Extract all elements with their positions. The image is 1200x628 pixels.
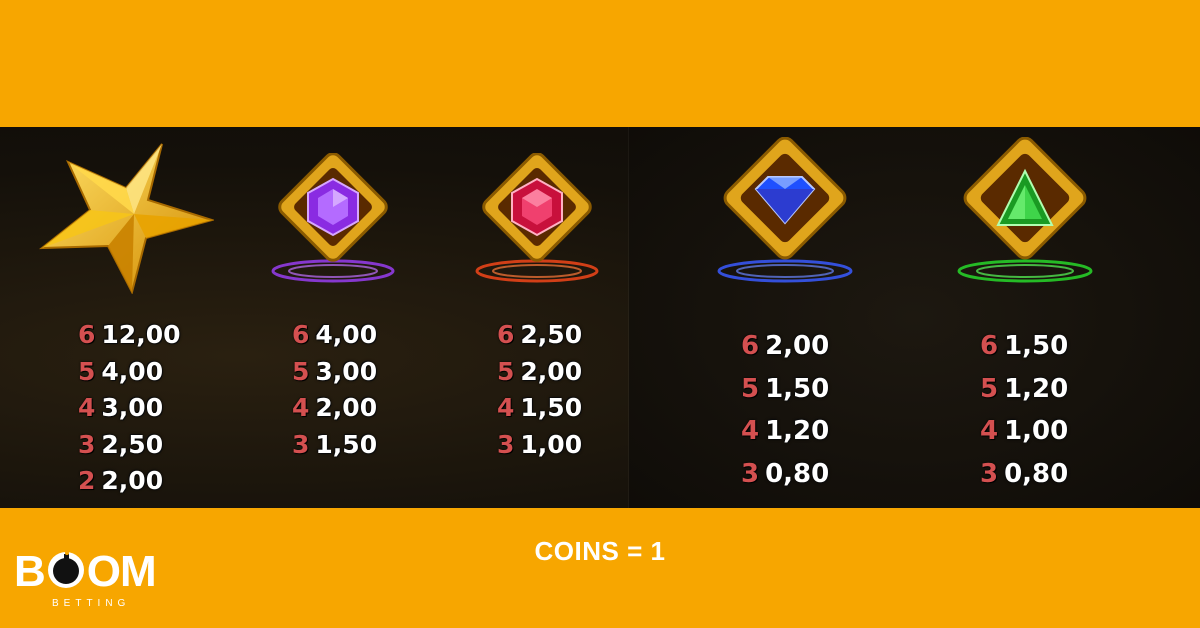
pay-row: 3 2,50	[78, 430, 180, 467]
pay-value: 1,20	[765, 416, 830, 446]
top-banner	[0, 0, 1200, 127]
blue-diamond-icon	[717, 137, 853, 283]
pay-value: 1,50	[315, 429, 378, 459]
pay-count: 2	[78, 466, 96, 495]
pay-count: 5	[78, 356, 96, 386]
pay-count: 6	[78, 320, 96, 349]
pay-list-red: 6 2,50 5 2,00 4 1,50 3 1,00	[497, 320, 582, 466]
red-gem-icon	[475, 153, 599, 283]
pay-row: 6 2,00	[741, 331, 829, 374]
pay-row: 5 4,00	[78, 357, 180, 394]
pay-count: 4	[497, 393, 515, 422]
pay-row: 2 2,00	[78, 466, 180, 503]
pay-row: 3 0,80	[741, 459, 829, 502]
pay-value: 1,50	[520, 393, 583, 422]
bottom-banner	[0, 508, 1200, 628]
pay-row: 4 1,20	[741, 416, 829, 459]
pay-count: 5	[292, 356, 310, 386]
pay-value: 3,00	[315, 356, 378, 386]
pay-value: 3,00	[101, 393, 164, 422]
pay-count: 3	[497, 429, 515, 459]
pay-value: 2,50	[101, 429, 164, 459]
pay-row: 3 1,00	[497, 430, 582, 467]
pay-value: 0,80	[1004, 458, 1069, 489]
paytable-panel: 6 12,00 5 4,00 4 3,00 3 2,50 2 2,00 6 4,00 5 3,…	[0, 127, 1200, 508]
purple-gem-icon	[271, 153, 395, 283]
pay-value: 1,00	[1004, 416, 1069, 446]
pay-count: 4	[980, 416, 999, 446]
pay-value: 2,50	[520, 320, 583, 349]
pay-count: 3	[980, 458, 999, 489]
pay-row: 5 3,00	[292, 357, 377, 394]
pay-row: 5 2,00	[497, 357, 582, 394]
pay-list-purple: 6 4,00 5 3,00 4 2,00 3 1,50	[292, 320, 377, 466]
pay-row: 6 1,50	[980, 331, 1068, 374]
pay-row: 3 1,50	[292, 430, 377, 467]
green-gem-icon	[957, 137, 1093, 283]
pay-value: 2,00	[101, 466, 164, 495]
pay-row: 5 1,50	[741, 374, 829, 417]
pay-list-star: 6 12,00 5 4,00 4 3,00 3 2,50 2 2,00	[78, 320, 180, 503]
pay-count: 3	[292, 429, 310, 459]
pay-value: 1,00	[520, 429, 583, 459]
pay-count: 6	[741, 331, 760, 361]
pay-row: 4 1,00	[980, 416, 1068, 459]
pay-value: 12,00	[101, 320, 181, 349]
pay-row: 4 3,00	[78, 393, 180, 430]
pay-value: 1,50	[765, 373, 830, 404]
pay-row: 5 1,20	[980, 374, 1068, 417]
pay-count: 6	[497, 320, 515, 349]
pay-value: 2,00	[765, 331, 830, 361]
pay-row: 6 12,00	[78, 320, 180, 357]
pay-count: 5	[497, 356, 515, 386]
pay-count: 6	[980, 331, 999, 361]
pay-value: 4,00	[101, 356, 164, 386]
pay-count: 4	[78, 393, 96, 422]
logo-subtext: BETTING	[52, 598, 131, 609]
pay-value: 4,00	[315, 320, 378, 349]
pay-count: 5	[741, 373, 760, 404]
pay-value: 0,80	[765, 458, 830, 489]
bomb-icon	[45, 548, 87, 588]
gold-star-icon	[39, 143, 214, 294]
boom-betting-logo: B OM BETTING	[14, 548, 174, 618]
pay-value: 1,20	[1004, 373, 1069, 404]
pay-row: 6 4,00	[292, 320, 377, 357]
pay-row: 4 1,50	[497, 393, 582, 430]
pay-count: 4	[741, 416, 760, 446]
logo-text: B OM	[14, 547, 157, 596]
pay-list-blue: 6 2,00 5 1,50 4 1,20 3 0,80	[741, 331, 829, 501]
pay-count: 4	[292, 393, 310, 422]
pay-count: 6	[292, 320, 310, 349]
pay-value: 2,00	[315, 393, 378, 422]
pay-value: 2,00	[520, 356, 583, 386]
panel-divider	[628, 127, 629, 508]
pay-count: 5	[980, 373, 999, 404]
pay-value: 1,50	[1004, 331, 1069, 361]
pay-row: 4 2,00	[292, 393, 377, 430]
pay-list-green: 6 1,50 5 1,20 4 1,00 3 0,80	[980, 331, 1068, 501]
pay-count: 3	[741, 458, 760, 489]
pay-row: 3 0,80	[980, 459, 1068, 502]
pay-row: 6 2,50	[497, 320, 582, 357]
pay-count: 3	[78, 429, 96, 459]
coins-label: COINS = 1	[534, 536, 666, 566]
